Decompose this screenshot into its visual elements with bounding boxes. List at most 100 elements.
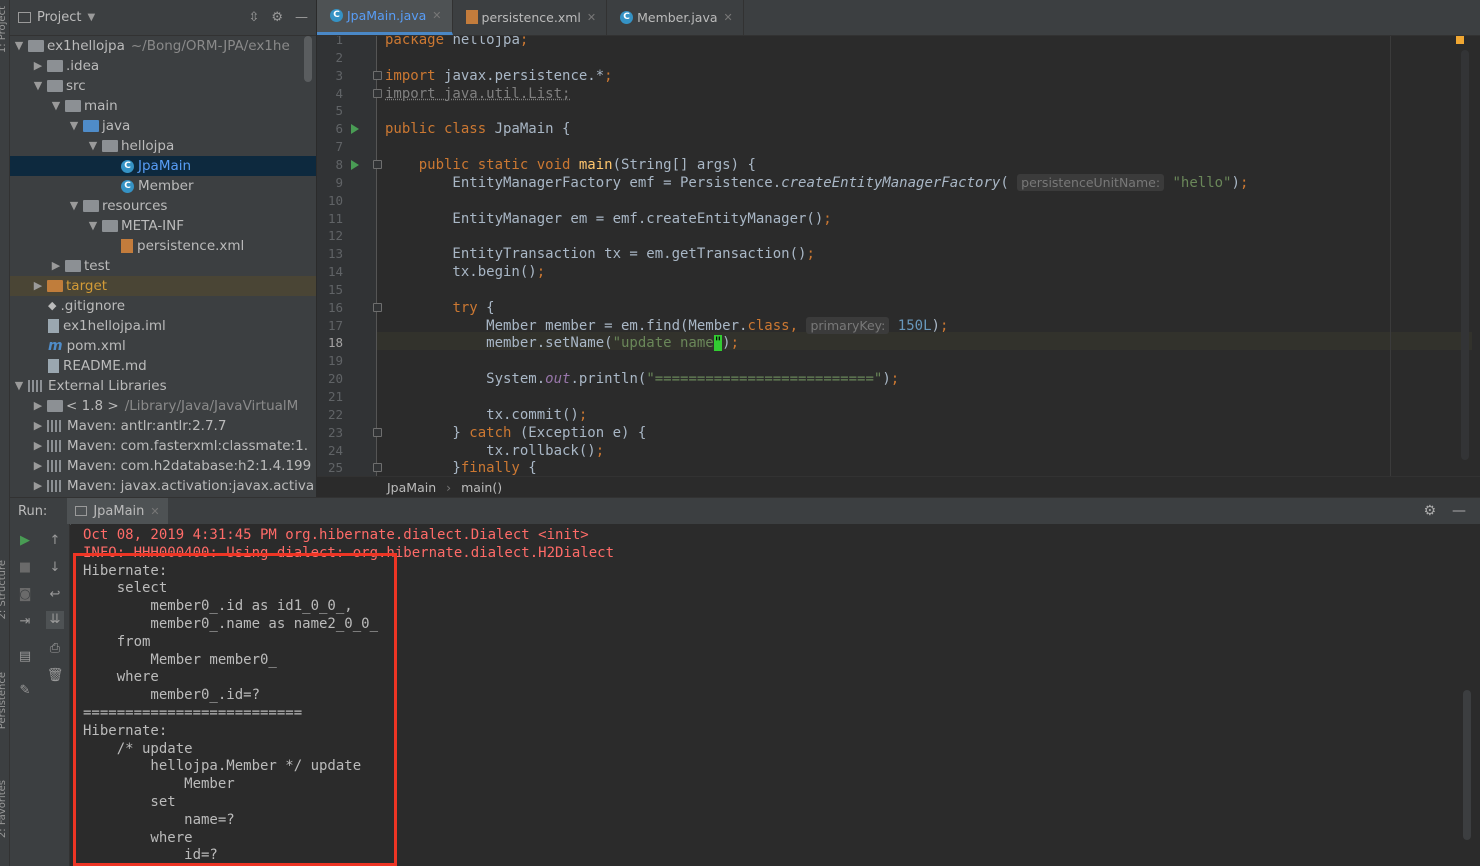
expand-arrow-icon[interactable]: ▼ — [49, 96, 63, 116]
expand-arrow-icon[interactable]: ▼ — [12, 376, 26, 396]
tree-item[interactable]: m pom.xml — [10, 336, 316, 356]
tree-item[interactable]: ▼ hellojpa — [10, 136, 316, 156]
rerun-icon[interactable]: ▶ — [16, 532, 34, 550]
tree-item[interactable]: ▼ java — [10, 116, 316, 136]
expand-arrow-icon[interactable]: ▼ — [12, 36, 26, 56]
console-line: id=? — [83, 847, 218, 864]
tree-item[interactable]: ◆ .gitignore — [10, 296, 316, 316]
run-tab-jpamain[interactable]: JpaMain ✕ — [67, 497, 168, 525]
close-icon[interactable]: ✕ — [150, 505, 159, 518]
expand-arrow-icon[interactable]: ▼ — [67, 196, 81, 216]
expand-arrow-icon[interactable]: ▼ — [86, 216, 100, 236]
tree-item[interactable]: ▼ src — [10, 76, 316, 96]
favorites-tool-label[interactable]: 2: Favorites — [0, 780, 8, 838]
editor-tab[interactable]: C JpaMain.java ✕ — [317, 0, 453, 35]
pin-icon[interactable]: ✎ — [16, 682, 34, 700]
collapse-arrow-icon[interactable]: ▶ — [31, 436, 45, 456]
tree-item[interactable]: ▼ main — [10, 96, 316, 116]
tree-item[interactable]: C JpaMain — [10, 156, 316, 176]
collapse-arrow-icon[interactable]: ▶ — [31, 456, 45, 476]
editor-tab[interactable]: C Member.java ✕ — [607, 0, 744, 35]
tree-item[interactable]: ▶ Maven: com.h2database:h2:1.4.199 — [10, 456, 316, 476]
console-output[interactable]: Oct 08, 2019 4:31:45 PM org.hibernate.di… — [71, 524, 1480, 866]
code-token: ) — [1231, 174, 1240, 191]
fold-icon[interactable] — [373, 302, 382, 312]
editor-tab[interactable]: persistence.xml ✕ — [453, 0, 608, 35]
tree-item[interactable]: ▼ ex1hellojpa ~/Bong/ORM-JPA/ex1he — [10, 36, 316, 56]
tree-item[interactable]: ▶ Maven: com.fasterxml:classmate:1. — [10, 436, 316, 456]
tree-item[interactable]: ▼ External Libraries — [10, 376, 316, 396]
console-scrollbar[interactable] — [1463, 690, 1471, 840]
fold-icon[interactable] — [373, 159, 382, 169]
scroll-to-end-icon[interactable]: ⇊ — [46, 611, 64, 629]
arrow-up-icon[interactable]: ↑ — [46, 532, 64, 550]
gear-icon[interactable]: ⚙ — [271, 10, 283, 25]
line-number: 15 — [327, 281, 343, 297]
code-editor[interactable]: 1 2 3 4 5 6 7 8 9 10 11 12 13 14 15 16 17 18 19 20 21 22 23 24 2… — [317, 36, 1480, 476]
tree-item[interactable]: ▶ .idea — [10, 56, 316, 76]
arrow-down-icon[interactable]: ↓ — [46, 559, 64, 577]
project-tool-label[interactable]: 1: Project — [0, 6, 8, 53]
breadcrumb-method[interactable]: main() — [461, 480, 502, 495]
hide-panel-icon[interactable]: — — [295, 10, 308, 25]
collapse-arrow-icon[interactable]: ▶ — [31, 476, 45, 496]
run-gutter-icon[interactable] — [351, 159, 359, 170]
run-gutter-icon[interactable] — [351, 124, 359, 135]
collapse-arrow-icon[interactable]: ▶ — [49, 256, 63, 276]
tree-item[interactable]: ▶ Maven: antlr:antlr:2.7.7 — [10, 416, 316, 436]
expand-arrow-icon[interactable]: ▼ — [67, 116, 81, 136]
line-number: 21 — [327, 389, 343, 404]
fold-icon[interactable] — [373, 463, 382, 473]
tree-item[interactable]: ex1hellojpa.iml — [10, 316, 316, 336]
console-line: where — [83, 829, 193, 846]
breadcrumb-class[interactable]: JpaMain — [387, 480, 436, 495]
tree-item[interactable]: ▶ Maven: javax.activation:javax.activa — [10, 476, 316, 496]
line-number: 20 — [327, 371, 343, 387]
gear-icon[interactable]: ⚙ — [1423, 503, 1436, 519]
project-view-dropdown[interactable]: Project — [37, 10, 81, 25]
console-line: select — [83, 580, 168, 597]
persistence-tool-label[interactable]: Persistence — [0, 672, 8, 729]
tree-item[interactable]: C Member — [10, 176, 316, 196]
java-class-icon: C — [620, 10, 634, 24]
soft-wrap-icon[interactable]: ↩ — [46, 586, 64, 604]
line-number: 13 — [327, 246, 343, 262]
layout-icon[interactable]: ▤ — [16, 648, 34, 666]
tree-item[interactable]: ▼ resources — [10, 196, 316, 216]
code-area[interactable]: package hellojpa; import javax.persistenc… — [385, 36, 1480, 476]
stop-icon[interactable]: ■ — [16, 559, 34, 577]
tree-item[interactable]: ▶ target — [10, 276, 316, 296]
expand-arrow-icon[interactable]: ▼ — [86, 136, 100, 156]
hide-panel-icon[interactable]: — — [1452, 503, 1466, 519]
print-icon[interactable]: ⎙ — [46, 640, 64, 658]
library-icon — [28, 380, 44, 392]
close-icon[interactable]: ✕ — [724, 11, 733, 24]
close-icon[interactable]: ✕ — [432, 9, 441, 22]
collapse-arrow-icon[interactable]: ▶ — [31, 416, 45, 436]
fold-icon[interactable] — [373, 88, 382, 98]
editor-scrollbar[interactable] — [1461, 50, 1469, 460]
structure-tool-label[interactable]: 2: Structure — [0, 560, 8, 619]
code-token: (Exception e) { — [519, 424, 647, 441]
fold-icon[interactable] — [373, 427, 382, 437]
close-icon[interactable]: ✕ — [587, 11, 596, 24]
camera-icon[interactable]: ◙ — [16, 586, 34, 604]
collapse-arrow-icon[interactable]: ▶ — [31, 396, 45, 416]
tree-item[interactable]: ▶ test — [10, 256, 316, 276]
chevron-down-icon[interactable]: ▼ — [87, 12, 95, 23]
exit-icon[interactable]: ⇥ — [16, 613, 34, 631]
warning-marker[interactable] — [1456, 36, 1464, 44]
expand-arrow-icon[interactable]: ▼ — [31, 76, 45, 96]
code-token: "==========================" — [646, 371, 883, 388]
collapse-all-icon[interactable]: ⇳ — [248, 10, 259, 25]
tree-item[interactable]: README.md — [10, 356, 316, 376]
tree-item[interactable]: ▶ < 1.8 > /Library/Java/JavaVirtualM — [10, 396, 316, 416]
fold-icon[interactable] — [373, 70, 382, 80]
tree-item[interactable]: persistence.xml — [10, 236, 316, 256]
trash-icon[interactable]: 🗑 — [46, 667, 64, 685]
project-scrollbar[interactable] — [304, 36, 312, 82]
collapse-arrow-icon[interactable]: ▶ — [31, 276, 45, 296]
line-number: 24 — [327, 442, 343, 458]
collapse-arrow-icon[interactable]: ▶ — [31, 56, 45, 76]
tree-item[interactable]: ▼ META-INF — [10, 216, 316, 236]
